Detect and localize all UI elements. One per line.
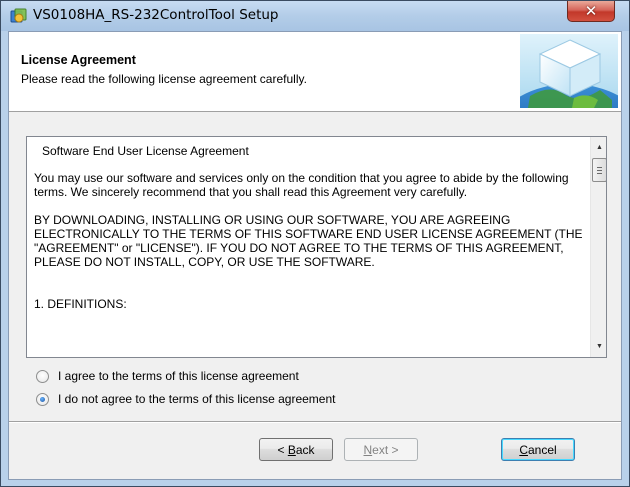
scroll-up-arrow-icon[interactable]: ▲	[591, 139, 606, 156]
back-mnemonic: B	[287, 442, 296, 457]
license-content: Software End User License Agreement You …	[27, 137, 590, 357]
agree-radio[interactable]	[36, 369, 49, 383]
close-icon: ✕	[584, 2, 598, 20]
cancel-button[interactable]: Cancel	[501, 438, 575, 461]
agree-label[interactable]: I agree to the terms of this license agr…	[58, 369, 299, 383]
next-button[interactable]: Next >	[344, 438, 418, 461]
header-panel: License Agreement Please read the follow…	[9, 32, 621, 112]
next-rest: ext >	[372, 442, 399, 457]
setup-window: VS0108HA_RS-232ControlTool Setup ✕ Licen…	[0, 0, 630, 487]
page-title: License Agreement	[21, 53, 136, 67]
license-heading: Software End User License Agreement	[42, 144, 249, 158]
cube-globe-graphic	[520, 34, 618, 108]
window-title: VS0108HA_RS-232ControlTool Setup	[33, 7, 279, 23]
dialog-body: License Agreement Please read the follow…	[8, 31, 622, 480]
title-bar[interactable]: VS0108HA_RS-232ControlTool Setup ✕	[1, 1, 629, 31]
vertical-scrollbar[interactable]: ▲ ▼	[590, 137, 606, 357]
grip-line	[597, 167, 602, 168]
back-button[interactable]: < Back	[259, 438, 333, 461]
agree-option[interactable]: I agree to the terms of this license agr…	[36, 368, 299, 384]
back-prefix: <	[277, 442, 288, 457]
license-section-heading: 1. DEFINITIONS:	[34, 297, 127, 311]
grip-line	[597, 173, 602, 174]
footer-divider	[9, 421, 621, 423]
disagree-label[interactable]: I do not agree to the terms of this lice…	[58, 392, 336, 406]
cancel-rest: ancel	[527, 442, 557, 457]
page-subtitle: Please read the following license agreem…	[21, 72, 307, 86]
installer-icon	[10, 8, 27, 23]
next-mnemonic: N	[363, 442, 373, 457]
scrollbar-thumb[interactable]	[592, 158, 606, 182]
disagree-option[interactable]: I do not agree to the terms of this lice…	[36, 391, 336, 407]
license-text-box[interactable]: Software End User License Agreement You …	[26, 136, 607, 358]
license-paragraph: You may use our software and services on…	[34, 171, 569, 199]
back-rest: ack	[295, 442, 315, 457]
close-button[interactable]: ✕	[567, 1, 615, 22]
disagree-radio[interactable]	[36, 392, 49, 406]
license-paragraph: BY DOWNLOADING, INSTALLING OR USING OUR …	[34, 213, 583, 269]
cancel-mnemonic: C	[519, 442, 528, 457]
grip-line	[597, 170, 602, 171]
scroll-down-arrow-icon[interactable]: ▼	[591, 338, 606, 355]
